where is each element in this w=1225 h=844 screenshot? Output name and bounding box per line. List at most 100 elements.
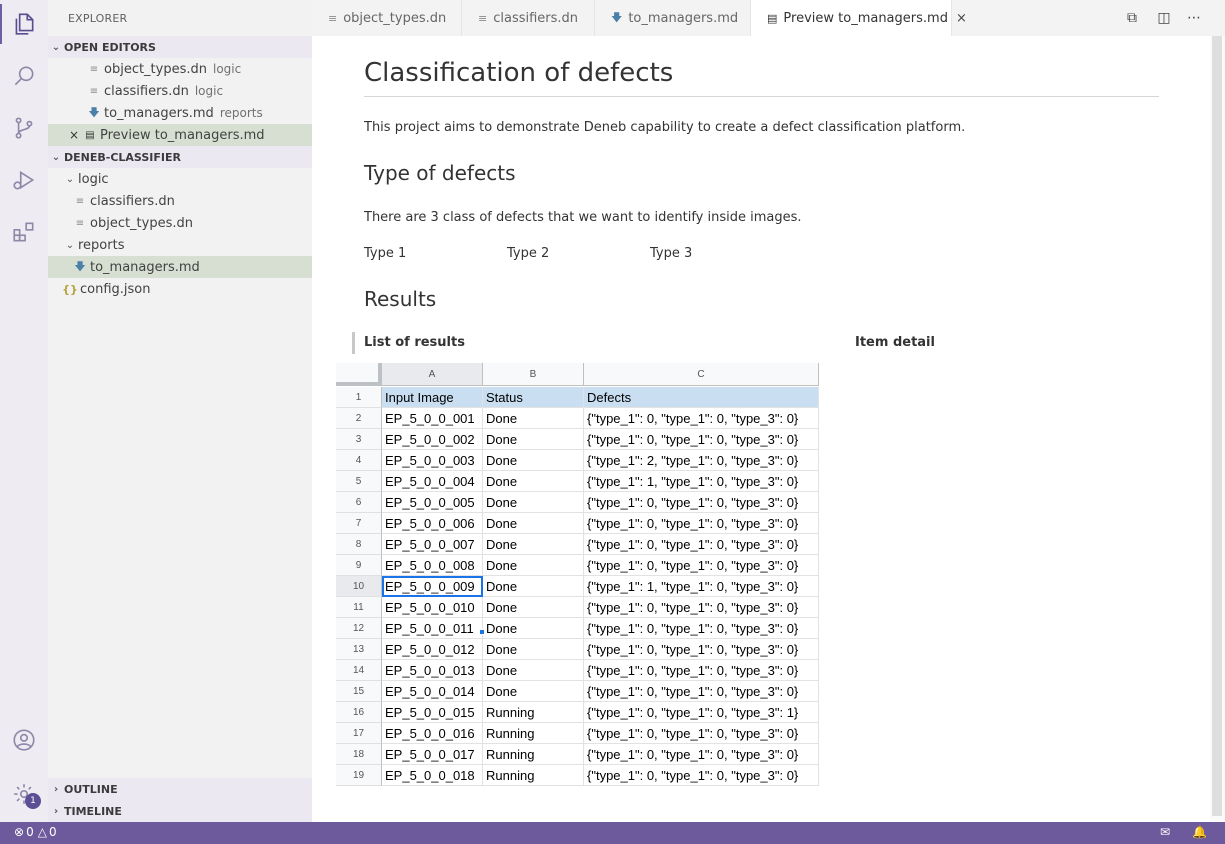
row-number[interactable]: 5 [336,471,382,492]
scrollbar-thumb[interactable] [1212,36,1222,816]
table-cell[interactable]: {"type_1": 0, "type_1": 0, "type_3": 0} [584,765,819,786]
table-cell[interactable]: {"type_1": 0, "type_1": 0, "type_3": 0} [584,534,819,555]
table-cell[interactable]: EP_5_0_0_015 [382,702,483,723]
table-cell[interactable]: {"type_1": 2, "type_1": 0, "type_3": 0} [584,450,819,471]
table-cell[interactable]: EP_5_0_0_006 [382,513,483,534]
selection-fill-handle[interactable] [479,629,485,635]
row-number[interactable]: 14 [336,660,382,681]
open-editor-item[interactable]: 🡇 to_managers.md reports [48,102,312,124]
outline-section[interactable]: › OUTLINE [48,778,312,800]
table-cell[interactable]: EP_5_0_0_018 [382,765,483,786]
table-cell[interactable]: EP_5_0_0_012 [382,639,483,660]
table-cell[interactable]: EP_5_0_0_014 [382,681,483,702]
table-cell[interactable]: EP_5_0_0_001 [382,408,483,429]
table-cell[interactable]: {"type_1": 0, "type_1": 0, "type_3": 0} [584,744,819,765]
problems-indicator[interactable]: ⊗ 0 △ 0 [14,825,57,839]
table-cell[interactable]: EP_5_0_0_004 [382,471,483,492]
extensions-icon[interactable] [0,208,48,256]
table-cell[interactable]: {"type_1": 1, "type_1": 0, "type_3": 0} [584,576,819,597]
column-header-c[interactable]: C [584,363,819,386]
bell-icon[interactable]: 🔔 [1192,825,1207,839]
row-number[interactable]: 15 [336,681,382,702]
column-header-b[interactable]: B [483,363,584,386]
source-control-icon[interactable] [0,104,48,152]
project-section[interactable]: ⌄ DENEB-CLASSIFIER [48,146,312,168]
table-cell[interactable]: Running [483,702,584,723]
table-cell[interactable]: EP_5_0_0_002 [382,429,483,450]
table-cell[interactable]: {"type_1": 0, "type_1": 0, "type_3": 0} [584,429,819,450]
table-cell[interactable]: {"type_1": 0, "type_1": 0, "type_3": 0} [584,555,819,576]
folder-reports[interactable]: ⌄ reports [48,234,312,256]
header-cell[interactable]: Input Image [382,387,483,408]
row-number[interactable]: 17 [336,723,382,744]
table-cell[interactable]: EP_5_0_0_005 [382,492,483,513]
table-cell[interactable]: EP_5_0_0_011 [382,618,483,639]
table-cell[interactable]: Running [483,765,584,786]
table-cell[interactable]: {"type_1": 0, "type_1": 0, "type_3": 0} [584,597,819,618]
row-number[interactable]: 10 [336,576,382,597]
table-cell[interactable]: EP_5_0_0_009 [382,576,483,597]
table-cell[interactable]: Done [483,681,584,702]
row-number[interactable]: 13 [336,639,382,660]
sheet-corner[interactable] [336,363,382,386]
table-cell[interactable]: EP_5_0_0_008 [382,555,483,576]
table-cell[interactable]: Done [483,492,584,513]
row-number[interactable]: 7 [336,513,382,534]
header-cell[interactable]: Status [483,387,584,408]
open-editor-item[interactable]: ≡ object_types.dn logic [48,58,312,80]
row-number[interactable]: 19 [336,765,382,786]
more-actions-icon[interactable]: ⋯ [1184,8,1204,28]
column-header-a[interactable]: A [382,363,483,386]
table-cell[interactable]: Running [483,744,584,765]
table-cell[interactable]: {"type_1": 0, "type_1": 0, "type_3": 0} [584,681,819,702]
open-editors-section[interactable]: ⌄ OPEN EDITORS [48,36,312,58]
table-cell[interactable]: Done [483,513,584,534]
timeline-section[interactable]: › TIMELINE [48,800,312,822]
row-number[interactable]: 8 [336,534,382,555]
file-item[interactable]: ≡ classifiers.dn [48,190,312,212]
row-number[interactable]: 12 [336,618,382,639]
table-cell[interactable]: {"type_1": 0, "type_1": 0, "type_3": 0} [584,618,819,639]
table-cell[interactable]: Done [483,618,584,639]
table-cell[interactable]: {"type_1": 1, "type_1": 0, "type_3": 0} [584,471,819,492]
table-cell[interactable]: {"type_1": 0, "type_1": 0, "type_3": 0} [584,723,819,744]
table-cell[interactable]: {"type_1": 0, "type_1": 0, "type_3": 0} [584,513,819,534]
table-cell[interactable]: EP_5_0_0_007 [382,534,483,555]
row-number[interactable]: 3 [336,429,382,450]
table-cell[interactable]: Done [483,471,584,492]
table-cell[interactable]: Done [483,660,584,681]
table-cell[interactable]: {"type_1": 0, "type_1": 0, "type_3": 0} [584,408,819,429]
table-cell[interactable]: Done [483,408,584,429]
row-number[interactable]: 11 [336,597,382,618]
tab-object-types[interactable]: ≡ object_types.dn [312,0,462,36]
open-editor-item-active[interactable]: × ▤ Preview to_managers.md [48,124,312,146]
folder-logic[interactable]: ⌄ logic [48,168,312,190]
table-cell[interactable]: {"type_1": 0, "type_1": 0, "type_3": 0} [584,492,819,513]
table-cell[interactable]: EP_5_0_0_013 [382,660,483,681]
feedback-icon[interactable]: ✉ [1160,825,1170,839]
table-cell[interactable]: Done [483,429,584,450]
settings-gear-icon[interactable] [0,770,48,818]
row-number[interactable]: 6 [336,492,382,513]
row-number[interactable]: 18 [336,744,382,765]
table-cell[interactable]: Done [483,597,584,618]
table-cell[interactable]: EP_5_0_0_010 [382,597,483,618]
table-cell[interactable]: Done [483,576,584,597]
table-cell[interactable]: Done [483,639,584,660]
row-number[interactable]: 9 [336,555,382,576]
tab-classifiers[interactable]: ≡ classifiers.dn [462,0,595,36]
open-editor-item[interactable]: ≡ classifiers.dn logic [48,80,312,102]
row-number[interactable]: 1 [336,387,382,408]
table-cell[interactable]: Done [483,555,584,576]
table-cell[interactable]: EP_5_0_0_003 [382,450,483,471]
file-item[interactable]: {} config.json [48,278,312,300]
header-cell[interactable]: Defects [584,387,819,408]
tab-to-managers[interactable]: 🡇 to_managers.md [595,0,751,36]
close-icon[interactable]: × [956,11,967,26]
results-spreadsheet[interactable]: A B C 1 Input Image Status Defects 2 EP_5… [336,363,819,787]
account-icon[interactable] [0,716,48,764]
table-cell[interactable]: {"type_1": 0, "type_1": 0, "type_3": 0} [584,639,819,660]
open-source-icon[interactable]: ⧉ [1122,8,1142,28]
run-debug-icon[interactable] [0,156,48,204]
search-icon[interactable] [0,52,48,100]
